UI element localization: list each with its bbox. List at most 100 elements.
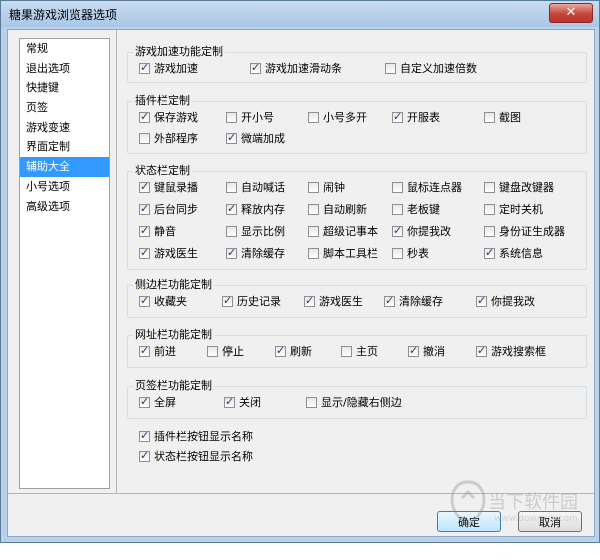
option-checkbox[interactable]: ✓ 静音 xyxy=(139,224,176,238)
checkbox-box[interactable]: ✓ xyxy=(304,294,315,307)
option-checkbox[interactable]: 开小号 xyxy=(226,111,274,124)
option-checkbox[interactable]: ✓ 保存游戏 xyxy=(139,110,198,124)
option-checkbox[interactable]: ✓ 插件栏按钮显示名称 xyxy=(139,429,253,443)
close-button[interactable]: ✕ xyxy=(549,3,593,23)
checkbox-box[interactable]: ✓ xyxy=(476,294,487,307)
checkbox-box[interactable]: ✓ xyxy=(139,246,150,259)
option-checkbox[interactable]: ✓ 开服表 xyxy=(392,110,440,124)
option-checkbox[interactable]: ✓ 关闭 xyxy=(224,395,261,409)
checkbox-box[interactable]: ✓ xyxy=(224,395,235,408)
option-checkbox[interactable]: 秒表 xyxy=(392,247,429,260)
checkbox-box[interactable]: ✓ xyxy=(226,246,237,259)
checkbox-box[interactable]: ✓ xyxy=(139,449,150,462)
checkbox-box[interactable] xyxy=(226,226,237,237)
option-checkbox[interactable]: ✓ 微端加成 xyxy=(226,131,285,145)
option-checkbox[interactable]: ✓ 游戏医生 xyxy=(139,246,198,260)
sidebar-item[interactable]: 小号选项 xyxy=(20,177,109,197)
sidebar-item[interactable]: 高级选项 xyxy=(20,197,109,217)
option-checkbox[interactable]: 显示/隐藏右侧边 xyxy=(306,396,402,409)
option-checkbox[interactable]: 截图 xyxy=(484,111,521,124)
checkbox-box[interactable]: ✓ xyxy=(139,180,150,193)
checkbox-box[interactable]: ✓ xyxy=(139,395,150,408)
checkbox-box[interactable]: ✓ xyxy=(139,110,150,123)
title-bar[interactable]: 糖果游戏浏览器选项 ✕ xyxy=(1,1,599,27)
sidebar-item[interactable]: 界面定制 xyxy=(20,137,109,157)
option-checkbox[interactable]: 闹钟 xyxy=(308,181,345,194)
checkbox-box[interactable] xyxy=(308,112,319,123)
checkbox-box[interactable] xyxy=(308,204,319,215)
option-checkbox[interactable]: ✓ 撤消 xyxy=(408,344,445,358)
checkbox-box[interactable]: ✓ xyxy=(476,344,487,357)
checkbox-box[interactable] xyxy=(392,204,403,215)
checkbox-box[interactable] xyxy=(341,346,352,357)
option-checkbox[interactable]: 身份证生成器 xyxy=(484,225,565,238)
checkbox-box[interactable] xyxy=(308,248,319,259)
option-checkbox[interactable]: 键盘改键器 xyxy=(484,181,554,194)
sidebar-item[interactable]: 辅助大全 xyxy=(20,157,109,177)
option-checkbox[interactable]: ✓ 历史记录 xyxy=(222,294,281,308)
checkbox-box[interactable]: ✓ xyxy=(139,202,150,215)
checkbox-box[interactable]: ✓ xyxy=(392,110,403,123)
option-checkbox[interactable]: ✓ 状态栏按钮显示名称 xyxy=(139,449,253,463)
option-checkbox[interactable]: ✓ 刷新 xyxy=(275,344,312,358)
option-checkbox[interactable]: ✓ 键鼠录播 xyxy=(139,180,198,194)
checkbox-box[interactable]: ✓ xyxy=(226,202,237,215)
option-checkbox[interactable]: 自定义加速倍数 xyxy=(385,62,477,75)
option-checkbox[interactable]: 脚本工具栏 xyxy=(308,247,378,260)
checkbox-box[interactable]: ✓ xyxy=(139,429,150,442)
option-checkbox[interactable]: ✓ 你提我改 xyxy=(392,224,451,238)
option-checkbox[interactable]: 定时关机 xyxy=(484,203,543,216)
option-checkbox[interactable]: ✓ 前进 xyxy=(139,344,176,358)
checkbox-box[interactable] xyxy=(392,182,403,193)
option-checkbox[interactable]: 显示比例 xyxy=(226,225,285,238)
sidebar-item[interactable]: 常规 xyxy=(20,39,109,59)
checkbox-box[interactable] xyxy=(385,63,396,74)
option-checkbox[interactable]: 自动喊话 xyxy=(226,181,285,194)
checkbox-box[interactable]: ✓ xyxy=(226,131,237,144)
sidebar-item[interactable]: 退出选项 xyxy=(20,59,109,79)
checkbox-box[interactable]: ✓ xyxy=(484,246,495,259)
option-checkbox[interactable]: ✓ 游戏搜索框 xyxy=(476,344,546,358)
option-checkbox[interactable]: 停止 xyxy=(207,345,244,358)
checkbox-box[interactable] xyxy=(139,133,150,144)
option-checkbox[interactable]: 老板键 xyxy=(392,203,440,216)
checkbox-box[interactable] xyxy=(306,397,317,408)
checkbox-box[interactable]: ✓ xyxy=(139,61,150,74)
option-checkbox[interactable]: ✓ 全屏 xyxy=(139,395,176,409)
checkbox-box[interactable] xyxy=(484,112,495,123)
checkbox-box[interactable]: ✓ xyxy=(139,224,150,237)
option-checkbox[interactable]: 鼠标连点器 xyxy=(392,181,462,194)
option-checkbox[interactable]: ✓ 游戏加速滑动条 xyxy=(250,61,342,75)
option-checkbox[interactable]: ✓ 你提我改 xyxy=(476,294,535,308)
option-checkbox[interactable]: 超级记事本 xyxy=(308,225,378,238)
checkbox-box[interactable] xyxy=(226,112,237,123)
option-checkbox[interactable]: 小号多开 xyxy=(308,111,367,124)
option-checkbox[interactable]: ✓ 清除缓存 xyxy=(384,294,443,308)
option-checkbox[interactable]: ✓ 游戏加速 xyxy=(139,61,198,75)
checkbox-box[interactable]: ✓ xyxy=(222,294,233,307)
checkbox-box[interactable] xyxy=(484,182,495,193)
checkbox-box[interactable]: ✓ xyxy=(275,344,286,357)
checkbox-box[interactable]: ✓ xyxy=(384,294,395,307)
checkbox-box[interactable]: ✓ xyxy=(250,61,261,74)
checkbox-box[interactable]: ✓ xyxy=(139,344,150,357)
option-checkbox[interactable]: ✓ 清除缓存 xyxy=(226,246,285,260)
sidebar-item[interactable]: 页签 xyxy=(20,98,109,118)
checkbox-box[interactable] xyxy=(207,346,218,357)
option-checkbox[interactable]: ✓ 释放内存 xyxy=(226,202,285,216)
checkbox-box[interactable]: ✓ xyxy=(408,344,419,357)
sidebar-item[interactable]: 快捷键 xyxy=(20,78,109,98)
checkbox-box[interactable]: ✓ xyxy=(139,294,150,307)
option-checkbox[interactable]: ✓ 后台同步 xyxy=(139,202,198,216)
checkbox-box[interactable] xyxy=(308,182,319,193)
option-checkbox[interactable]: 主页 xyxy=(341,345,378,358)
sidebar-item[interactable]: 游戏变速 xyxy=(20,118,109,138)
checkbox-box[interactable] xyxy=(484,204,495,215)
option-checkbox[interactable]: 自动刷新 xyxy=(308,203,367,216)
checkbox-box[interactable]: ✓ xyxy=(392,224,403,237)
option-checkbox[interactable]: 外部程序 xyxy=(139,132,198,145)
option-checkbox[interactable]: ✓ 系统信息 xyxy=(484,246,543,260)
option-checkbox[interactable]: ✓ 游戏医生 xyxy=(304,294,363,308)
checkbox-box[interactable] xyxy=(308,226,319,237)
checkbox-box[interactable] xyxy=(484,226,495,237)
